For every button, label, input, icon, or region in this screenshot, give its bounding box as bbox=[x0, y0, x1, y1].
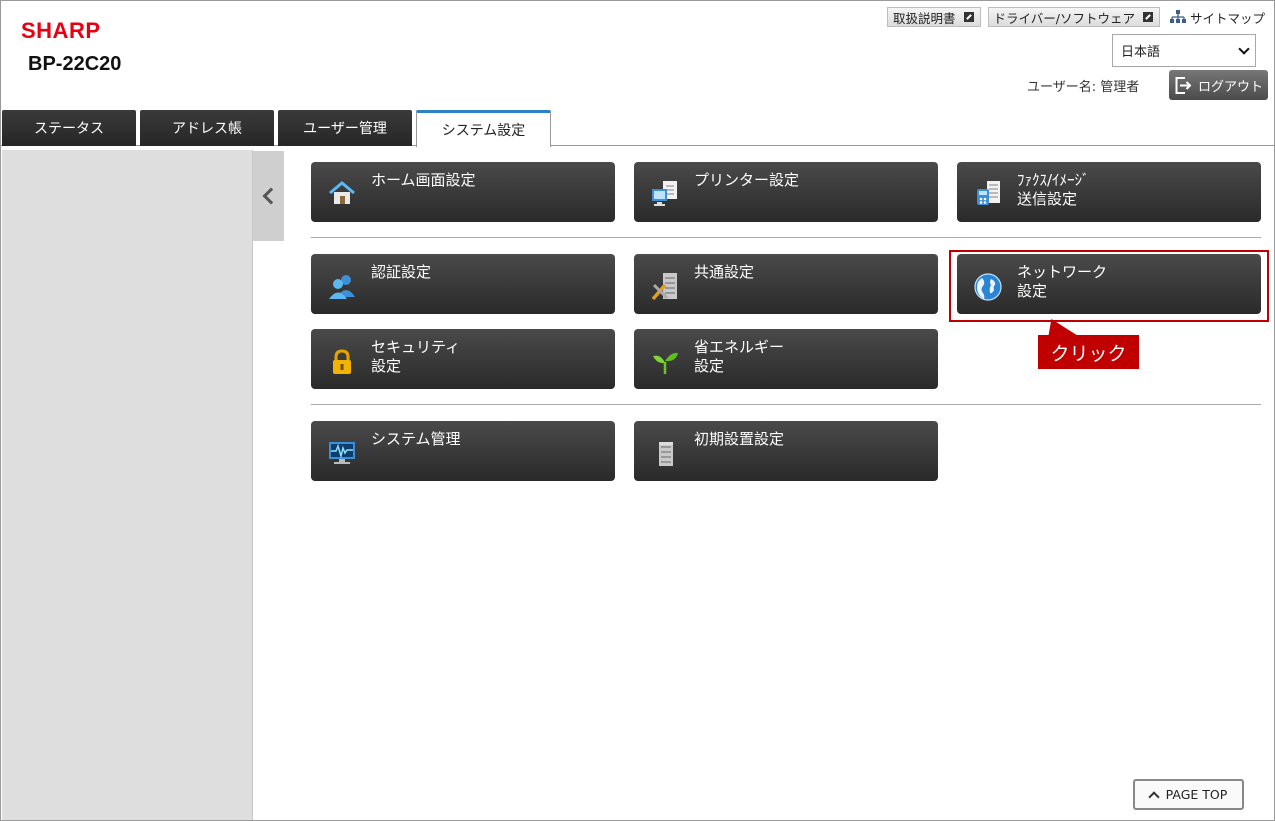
driver-software-link[interactable]: ドライバー/ソフトウェア bbox=[987, 7, 1160, 27]
home-icon bbox=[328, 181, 356, 205]
tools-icon bbox=[651, 273, 679, 301]
system-management-button[interactable]: システム管理 bbox=[311, 421, 615, 481]
sharp-logo: SHARP bbox=[21, 18, 101, 43]
header-links: 取扱説明書 ドライバー/ソフトウェア サイトマップ bbox=[887, 7, 1265, 27]
menu-label: 共通設定 bbox=[694, 263, 755, 281]
page-top-label: PAGE TOP bbox=[1165, 787, 1228, 802]
manual-link-label: 取扱説明書 bbox=[893, 10, 956, 26]
printer-icon bbox=[651, 181, 679, 206]
menu-label: ホーム画面設定 bbox=[371, 171, 476, 189]
logout-button[interactable]: ログアウト bbox=[1169, 70, 1268, 100]
menu-label: ﾌｧｸｽ/ｲﾒｰｼﾞ 送信設定 bbox=[1017, 171, 1090, 208]
chevron-left-icon bbox=[262, 187, 280, 205]
machine-icon bbox=[651, 440, 679, 466]
language-value: 日本語 bbox=[1121, 45, 1161, 60]
security-settings-button[interactable]: セキュリティ 設定 bbox=[311, 329, 615, 389]
monitor-icon bbox=[328, 440, 356, 464]
energy-saving-settings-button[interactable]: 省エネルギー 設定 bbox=[634, 329, 938, 389]
leaf-icon bbox=[651, 348, 679, 374]
tab-system-settings[interactable]: システム設定 bbox=[416, 110, 551, 147]
sidebar-collapse-button[interactable] bbox=[253, 151, 284, 241]
external-link-icon bbox=[963, 12, 974, 22]
page-frame: SHARP BP-22C20 取扱説明書 ドライバー/ソフトウェア サイトマップ… bbox=[0, 0, 1275, 821]
model-name: BP-22C20 bbox=[28, 53, 122, 75]
sitemap-link[interactable]: サイトマップ bbox=[1167, 8, 1265, 27]
main-tabs: ステータス アドレス帳 ユーザー管理 システム設定 bbox=[2, 110, 551, 147]
common-settings-button[interactable]: 共通設定 bbox=[634, 254, 938, 314]
initial-setup-settings-button[interactable]: 初期設置設定 bbox=[634, 421, 938, 481]
menu-label: システム管理 bbox=[371, 430, 461, 448]
menu-label: 省エネルギー 設定 bbox=[694, 338, 785, 375]
network-highlight-box bbox=[949, 250, 1269, 322]
users-icon bbox=[328, 273, 356, 299]
sitemap-icon bbox=[1169, 10, 1186, 24]
tab-address-book[interactable]: アドレス帳 bbox=[140, 110, 274, 146]
authentication-settings-button[interactable]: 認証設定 bbox=[311, 254, 615, 314]
external-link-icon bbox=[1142, 12, 1153, 22]
logout-label: ログアウト bbox=[1198, 79, 1264, 95]
language-select[interactable]: 日本語 bbox=[1112, 34, 1256, 67]
fax-icon bbox=[974, 181, 1002, 205]
menu-label: 認証設定 bbox=[371, 263, 432, 281]
sitemap-label: サイトマップ bbox=[1189, 10, 1265, 26]
chevron-down-icon bbox=[1238, 42, 1250, 55]
manual-link[interactable]: 取扱説明書 bbox=[887, 7, 981, 27]
lock-icon bbox=[328, 348, 356, 374]
home-screen-settings-button[interactable]: ホーム画面設定 bbox=[311, 162, 615, 222]
section-divider bbox=[311, 237, 1261, 238]
fax-image-send-settings-button[interactable]: ﾌｧｸｽ/ｲﾒｰｼﾞ 送信設定 bbox=[957, 162, 1261, 222]
tab-user-management[interactable]: ユーザー管理 bbox=[278, 110, 412, 146]
logout-icon bbox=[1175, 76, 1192, 94]
menu-label: 初期設置設定 bbox=[694, 430, 785, 448]
click-callout: クリック bbox=[1038, 335, 1139, 369]
driver-link-label: ドライバー/ソフトウェア bbox=[993, 10, 1135, 26]
page-top-button[interactable]: PAGE TOP bbox=[1133, 779, 1244, 810]
user-name-label: ユーザー名: 管理者 bbox=[1027, 80, 1140, 95]
menu-label: セキュリティ 設定 bbox=[371, 338, 461, 375]
tab-status[interactable]: ステータス bbox=[2, 110, 136, 146]
printer-settings-button[interactable]: プリンター設定 bbox=[634, 162, 938, 222]
chevron-up-icon bbox=[1148, 790, 1160, 803]
menu-label: プリンター設定 bbox=[694, 171, 800, 189]
sidebar bbox=[2, 150, 253, 820]
section-divider bbox=[311, 404, 1261, 405]
